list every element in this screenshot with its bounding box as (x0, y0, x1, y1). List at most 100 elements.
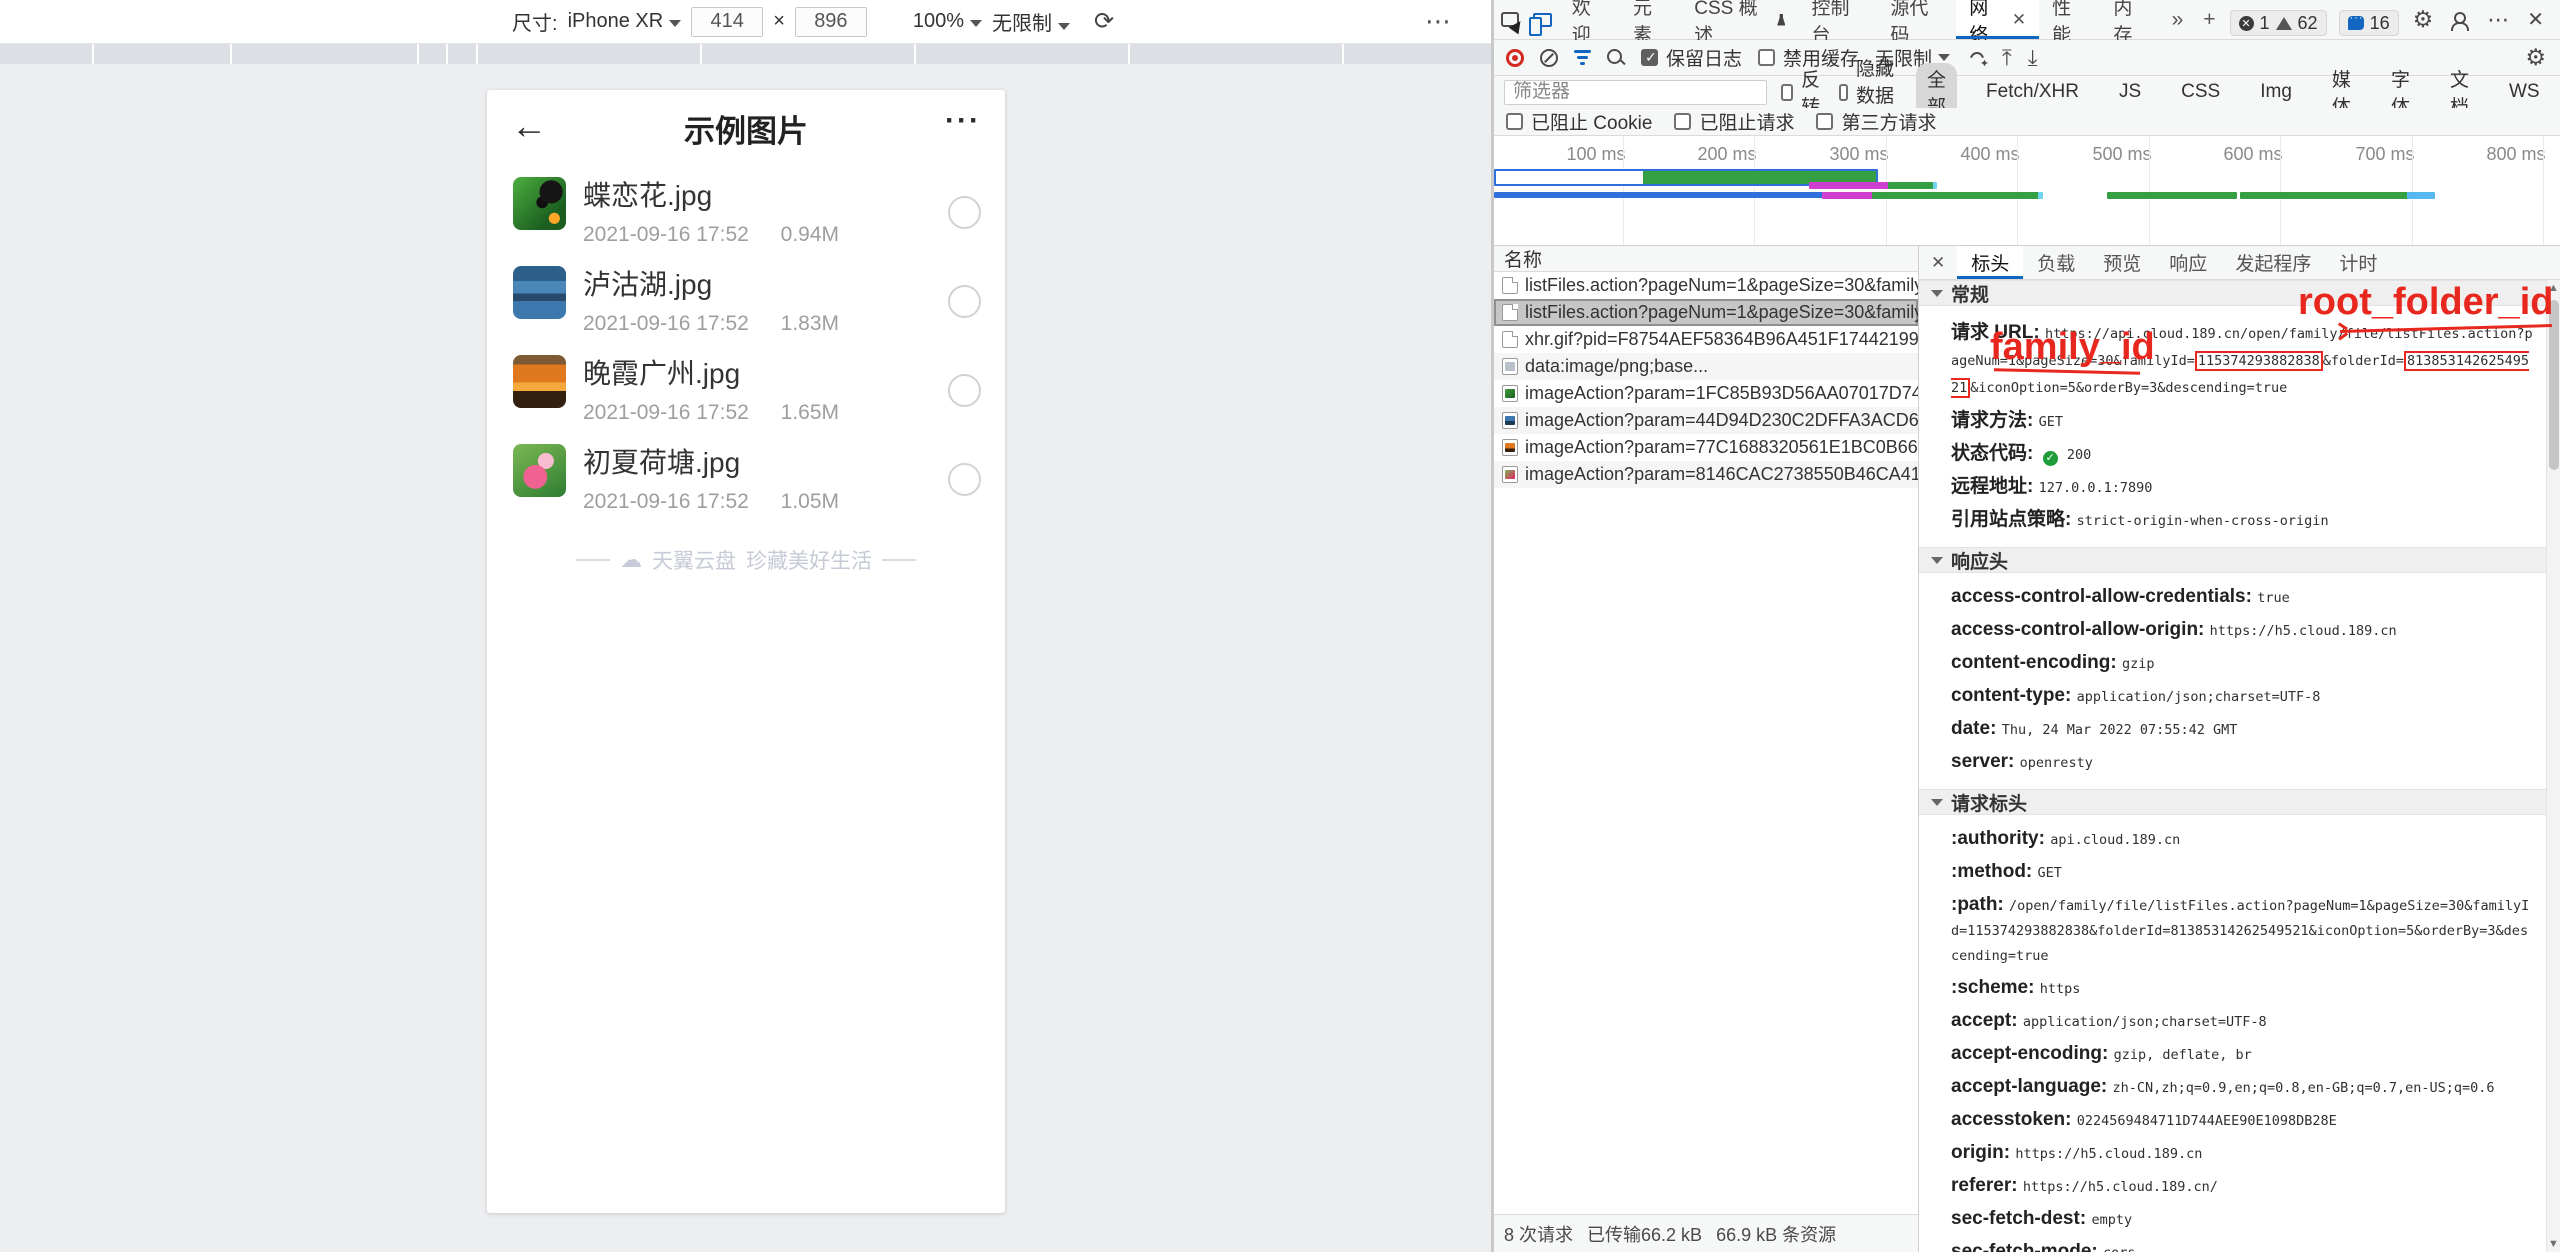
header-row: 请求方法: GET (1951, 405, 2536, 438)
network-overview-timeline[interactable]: 100 ms200 ms300 ms400 ms500 ms600 ms700 … (1494, 136, 2560, 246)
request-type-filter[interactable]: JS (2108, 79, 2152, 105)
add-tab-icon[interactable]: + (2193, 0, 2225, 39)
file-thumbnail (513, 444, 566, 497)
detail-tab[interactable]: 负载 (2023, 246, 2089, 279)
third-party-checkbox[interactable]: 第三方请求 (1816, 108, 1936, 135)
file-list-item[interactable]: 晚霞广州.jpg 2021-09-16 17:52 1.65M (487, 350, 1005, 439)
feedback-person-icon[interactable] (2451, 12, 2467, 28)
request-row[interactable]: listFiles.action?pageNum=1&pageSize=30&f… (1494, 299, 1918, 326)
request-row[interactable]: imageAction?param=44D94D230C2DFFA3ACD689… (1494, 407, 1918, 434)
request-row[interactable]: imageAction?param=8146CAC2738550B46CA413… (1494, 461, 1918, 488)
detail-tab[interactable]: 计时 (2325, 246, 2391, 279)
file-select-circle[interactable] (948, 374, 981, 407)
request-type-icon (1502, 412, 1518, 429)
header-name: accept: (1951, 1010, 2018, 1031)
filter-icon[interactable] (1574, 50, 1591, 65)
more-tabs-icon[interactable]: » (2162, 0, 2194, 39)
waterfall-bar (2107, 192, 2237, 199)
rotate-device-icon[interactable] (1094, 7, 1114, 36)
request-row[interactable]: xhr.gif?pid=F8754AEF58364B96A451F1744219… (1494, 326, 1918, 353)
scroll-up-icon[interactable] (2547, 282, 2560, 294)
devtools-tab[interactable]: 控制台 (1798, 0, 1877, 39)
detail-tab[interactable]: 响应 (2155, 246, 2221, 279)
inspect-element-button[interactable] (1494, 0, 1526, 39)
devtools-tab[interactable]: CSS 概述 (1681, 0, 1798, 39)
search-icon[interactable] (1607, 49, 1625, 67)
file-select-circle[interactable] (948, 463, 981, 496)
messages-badge[interactable]: 16 (2339, 10, 2399, 36)
section-header-response[interactable]: 响应头 (1919, 547, 2546, 573)
close-devtools-icon[interactable] (2521, 7, 2554, 32)
request-type-filter[interactable]: WS (2498, 79, 2551, 105)
close-tab-icon[interactable] (2012, 10, 2026, 30)
header-value: GET (2039, 414, 2063, 430)
devtools-tab[interactable]: 源代码 (1877, 0, 1956, 39)
request-type-icon (1502, 358, 1518, 375)
header-value: 127.0.0.1:7890 (2039, 480, 2153, 496)
back-icon[interactable] (511, 108, 547, 144)
file-list-item[interactable]: 泸沽湖.jpg 2021-09-16 17:52 1.83M (487, 261, 1005, 350)
record-network-log-button[interactable] (1506, 49, 1524, 67)
throttle-select[interactable]: 无限制 (992, 7, 1070, 36)
network-filter-bar-2: 已阻止 Cookie 已阻止请求 第三方请求 (1494, 108, 2560, 136)
file-select-circle[interactable] (948, 196, 981, 229)
devtools-menu-icon[interactable] (2479, 7, 2517, 33)
scrollbar-thumb[interactable] (2549, 300, 2559, 470)
header-row: 引用站点策略: strict-origin-when-cross-origin (1951, 504, 2536, 537)
chevron-down-icon (1938, 54, 1950, 61)
general-section: 请求 URL: https://api.cloud.189.cn/open/fa… (1919, 306, 2546, 547)
error-count: 1 (2260, 13, 2270, 34)
detail-tab[interactable]: 预览 (2089, 246, 2155, 279)
viewport-height-input[interactable] (795, 7, 867, 37)
file-date: 2021-09-16 17:52 (583, 312, 749, 335)
file-list-item[interactable]: 初夏荷塘.jpg 2021-09-16 17:52 1.05M (487, 439, 1005, 528)
preserve-log-checkbox[interactable]: 保留日志 (1641, 44, 1742, 71)
devtools-tab[interactable]: 欢迎 (1559, 0, 1620, 39)
request-list-header[interactable]: 名称 (1494, 246, 1918, 272)
zoom-select[interactable]: 100% (913, 10, 982, 33)
header-value: GET (2038, 865, 2062, 881)
viewport-width-input[interactable] (691, 7, 763, 37)
chevron-down-icon (669, 20, 681, 27)
detail-scrollbar[interactable] (2546, 280, 2560, 1252)
file-meta: 2021-09-16 17:52 1.65M (583, 401, 1005, 425)
blocked-cookies-checkbox[interactable]: 已阻止 Cookie (1506, 108, 1652, 135)
detail-tab[interactable]: 发起程序 (2221, 246, 2325, 279)
more-menu-icon[interactable] (945, 104, 981, 138)
request-row[interactable]: listFiles.action?pageNum=1&pageSize=30&f… (1494, 272, 1918, 299)
devtools-tab[interactable]: 内存 (2100, 0, 2161, 39)
request-type-filter[interactable]: Img (2249, 79, 2303, 105)
request-header-rows: :authority: api.cloud.189.cn :method: GE… (1951, 823, 2536, 1252)
detail-tab[interactable]: 标头 (1957, 246, 2023, 279)
header-value: cors (2103, 1245, 2136, 1252)
clear-network-log-icon[interactable] (1540, 49, 1558, 67)
request-type-filter[interactable]: CSS (2170, 79, 2231, 105)
file-list-item[interactable]: 蝶恋花.jpg 2021-09-16 17:52 0.94M (487, 172, 1005, 261)
device-select[interactable]: iPhone XR (568, 10, 682, 33)
issues-badge[interactable]: 1 62 (2230, 10, 2327, 36)
devtools-tab[interactable]: 网络 (1956, 0, 2039, 39)
warning-icon (2276, 17, 2292, 30)
blocked-requests-checkbox[interactable]: 已阻止请求 (1674, 108, 1794, 135)
devtools-tab[interactable]: 性能 (2039, 0, 2100, 39)
message-count: 16 (2370, 13, 2390, 34)
filter-input[interactable] (1504, 80, 1767, 105)
close-detail-icon[interactable] (1919, 246, 1957, 279)
header-row: access-control-allow-origin: https://h5.… (1951, 614, 2536, 647)
request-row[interactable]: imageAction?param=77C1688320561E1BC0B66C… (1494, 434, 1918, 461)
file-select-circle[interactable] (948, 285, 981, 318)
header-name: 请求方法: (1951, 410, 2033, 431)
devtools-tab[interactable]: 元素 (1620, 0, 1681, 39)
device-toolbar-more-icon[interactable] (1425, 6, 1451, 37)
file-date: 2021-09-16 17:52 (583, 401, 749, 424)
request-type-filter[interactable]: Fetch/XHR (1975, 79, 2090, 105)
request-row[interactable]: imageAction?param=1FC85B93D56AA07017D744… (1494, 380, 1918, 407)
section-header-request[interactable]: 请求标头 (1919, 789, 2546, 815)
scroll-down-icon[interactable] (2547, 1238, 2560, 1250)
toggle-device-toolbar-button[interactable] (1526, 0, 1558, 39)
request-row[interactable]: data:image/png;base... (1494, 353, 1918, 380)
settings-gear-icon[interactable] (2407, 6, 2440, 33)
section-header-general[interactable]: 常规 (1919, 280, 2546, 306)
brand-watermark: 天翼云盘 珍藏美好生活 (487, 545, 1005, 575)
header-value: strict-origin-when-cross-origin (2077, 513, 2329, 529)
